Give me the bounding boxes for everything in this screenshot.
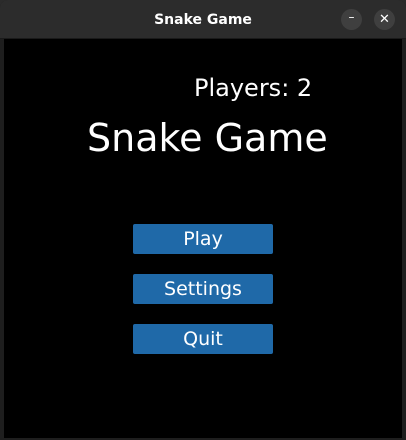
game-canvas[interactable]: Players: 2 Snake Game Play Settings Quit — [4, 39, 402, 438]
game-title: Snake Game — [87, 116, 328, 160]
minimize-icon: – — [348, 10, 355, 24]
players-count: Players: 2 — [194, 74, 313, 102]
close-icon: ✕ — [379, 12, 390, 27]
minimize-button[interactable]: – — [341, 9, 362, 30]
title-bar[interactable]: Snake Game – ✕ — [0, 0, 406, 39]
close-button[interactable]: ✕ — [374, 9, 395, 30]
play-button[interactable]: Play — [133, 224, 273, 254]
quit-button[interactable]: Quit — [133, 324, 273, 354]
app-window: Snake Game – ✕ Players: 2 Snake Game Pla… — [0, 0, 406, 440]
settings-button[interactable]: Settings — [133, 274, 273, 304]
